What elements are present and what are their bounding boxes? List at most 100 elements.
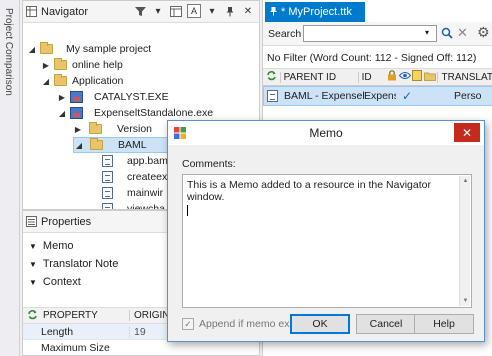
tree-item-label: CATALYST.EXE (94, 91, 169, 103)
executable-icon (70, 107, 83, 119)
text-cursor (187, 205, 188, 216)
column-header-parent-id[interactable]: PARENT ID (279, 71, 358, 83)
tree-item-label: online help (72, 59, 123, 71)
pin-icon[interactable] (223, 4, 237, 18)
search-label: Search (268, 27, 302, 40)
property-name: Length (41, 325, 74, 338)
section-label: Memo (42, 240, 74, 252)
tree-item-label: app.bam (127, 155, 168, 167)
expander-expanded-icon[interactable]: ◢ (57, 109, 67, 118)
refresh-icon[interactable] (27, 309, 39, 323)
tree-item[interactable]: mainwir (99, 185, 163, 201)
cell-parent-id: BAML - ExpenseltS (284, 90, 364, 102)
tree-item[interactable]: createex (99, 169, 167, 185)
resource-file-icon (267, 90, 278, 102)
vertical-scrollbar[interactable]: ▲ ▼ (459, 176, 470, 306)
column-header-id[interactable]: ID (357, 71, 387, 83)
cancel-button[interactable]: Cancel (356, 314, 416, 334)
section-memo[interactable]: ▼ Memo (29, 238, 73, 254)
resource-file-icon (102, 171, 113, 183)
tree-item-label: ExpenseltStandalone.exe (94, 107, 214, 119)
memo-title-bar[interactable]: Memo ✕ (168, 121, 484, 145)
tab-label: * MyProject.ttk (281, 6, 352, 18)
expander-expanded-icon[interactable]: ◢ (74, 141, 84, 150)
folder-icon[interactable] (423, 71, 438, 84)
expander-expanded-icon[interactable]: ◢ (41, 77, 51, 86)
scroll-up-icon[interactable]: ▲ (461, 178, 470, 184)
memo-dialog: Memo ✕ Comments: This is a Memo added to… (167, 120, 485, 342)
section-context[interactable]: ▼ Context (29, 274, 81, 290)
project-comparison-tab[interactable]: Project Comparison (3, 8, 14, 96)
dropdown-chevron-icon[interactable]: ▾ (151, 4, 165, 18)
view-dropdown-icon[interactable]: ▾ (205, 4, 219, 18)
app-icon (174, 127, 186, 139)
grid-icon (26, 6, 37, 17)
tree-item[interactable]: viewcha (99, 201, 165, 209)
tree-item[interactable]: ◢ ExpenseltStandalone.exe (57, 105, 213, 121)
tree-item-label: Version (117, 123, 153, 135)
folder-icon (90, 138, 103, 150)
section-label: Context (42, 276, 81, 288)
resource-file-icon (102, 203, 113, 209)
expander-expanded-icon[interactable]: ◢ (27, 45, 37, 54)
view-mode-button[interactable]: A (187, 4, 201, 18)
search-dropdown-icon[interactable]: ▾ (425, 28, 429, 37)
properties-title: Properties (41, 215, 92, 228)
tab-myproject[interactable]: * MyProject.ttk (265, 2, 365, 22)
tree-item-label: BAML (118, 139, 147, 151)
cell-translation: Perso (454, 90, 482, 102)
pin-icon[interactable] (269, 6, 278, 18)
tree-item[interactable]: ▶ online help (41, 57, 123, 73)
expander-expanded-icon[interactable]: ▼ (29, 278, 37, 287)
close-icon[interactable]: ✕ (241, 4, 255, 18)
eye-icon[interactable] (398, 71, 413, 83)
refresh-icon[interactable] (266, 70, 280, 84)
navigator-title-bar: Navigator ▾ A ▾ ✕ (23, 1, 259, 23)
property-name: Maximum Size (41, 341, 110, 354)
tree-item[interactable]: ▶ Version (73, 121, 152, 137)
scroll-down-icon[interactable]: ▼ (461, 298, 470, 304)
search-icon[interactable] (441, 27, 453, 42)
expander-expanded-icon[interactable]: ▼ (29, 242, 37, 251)
expander-collapsed-icon[interactable]: ▶ (73, 125, 83, 134)
memo-icon[interactable] (412, 70, 424, 84)
comments-textarea[interactable]: This is a Memo added to a resource in th… (182, 174, 472, 308)
help-button[interactable]: Help (414, 314, 474, 334)
resource-grid-header: PARENT ID ID TRANSLAT (263, 68, 492, 86)
resource-row-selected[interactable]: BAML - ExpenseltS Expens ✓ Perso (263, 86, 492, 106)
section-translator-note[interactable]: ▼ Translator Note (29, 256, 118, 272)
column-header-translation[interactable]: TRANSLAT (437, 71, 492, 83)
resource-file-icon (102, 155, 113, 167)
tree-item-label: mainwir (127, 187, 164, 199)
tree-item[interactable]: app.bam (99, 153, 168, 169)
layout-icon[interactable] (169, 4, 183, 18)
comments-text: This is a Memo added to a resource in th… (187, 179, 431, 203)
lock-icon[interactable] (387, 70, 399, 84)
filter-icon[interactable] (133, 4, 147, 18)
expander-collapsed-icon[interactable]: ▶ (41, 61, 51, 70)
tree-item-label: My sample project (66, 43, 152, 55)
resource-file-icon (102, 187, 113, 199)
executable-icon (70, 91, 83, 103)
expander-expanded-icon[interactable]: ▼ (29, 260, 37, 269)
tree-item[interactable]: ▶ CATALYST.EXE (57, 89, 169, 105)
tree-item-label: createex (127, 171, 168, 183)
property-value: 19 (129, 325, 146, 338)
settings-gear-icon[interactable]: ⚙ (477, 24, 490, 41)
checkbox-checked-icon[interactable]: ✓ (182, 318, 194, 330)
tree-item[interactable]: ◢ Application (41, 73, 123, 89)
ok-button[interactable]: OK (290, 314, 350, 334)
search-input[interactable] (303, 25, 437, 42)
append-if-exists-checkbox[interactable]: ✓ Append if memo exists (182, 318, 305, 330)
clear-search-icon[interactable]: ✕ (457, 25, 468, 41)
navigator-title: Navigator (41, 5, 89, 18)
properties-icon (26, 216, 37, 227)
folder-icon (54, 74, 67, 86)
property-row[interactable]: Maximum Size (23, 340, 259, 355)
memo-title: Memo (309, 126, 343, 140)
tree-item[interactable]: ◢ My sample project (27, 41, 151, 57)
column-header-property[interactable]: PROPERTY (43, 310, 129, 321)
close-button[interactable]: ✕ (454, 123, 480, 142)
comments-label: Comments: (182, 158, 236, 170)
expander-collapsed-icon[interactable]: ▶ (57, 93, 67, 102)
